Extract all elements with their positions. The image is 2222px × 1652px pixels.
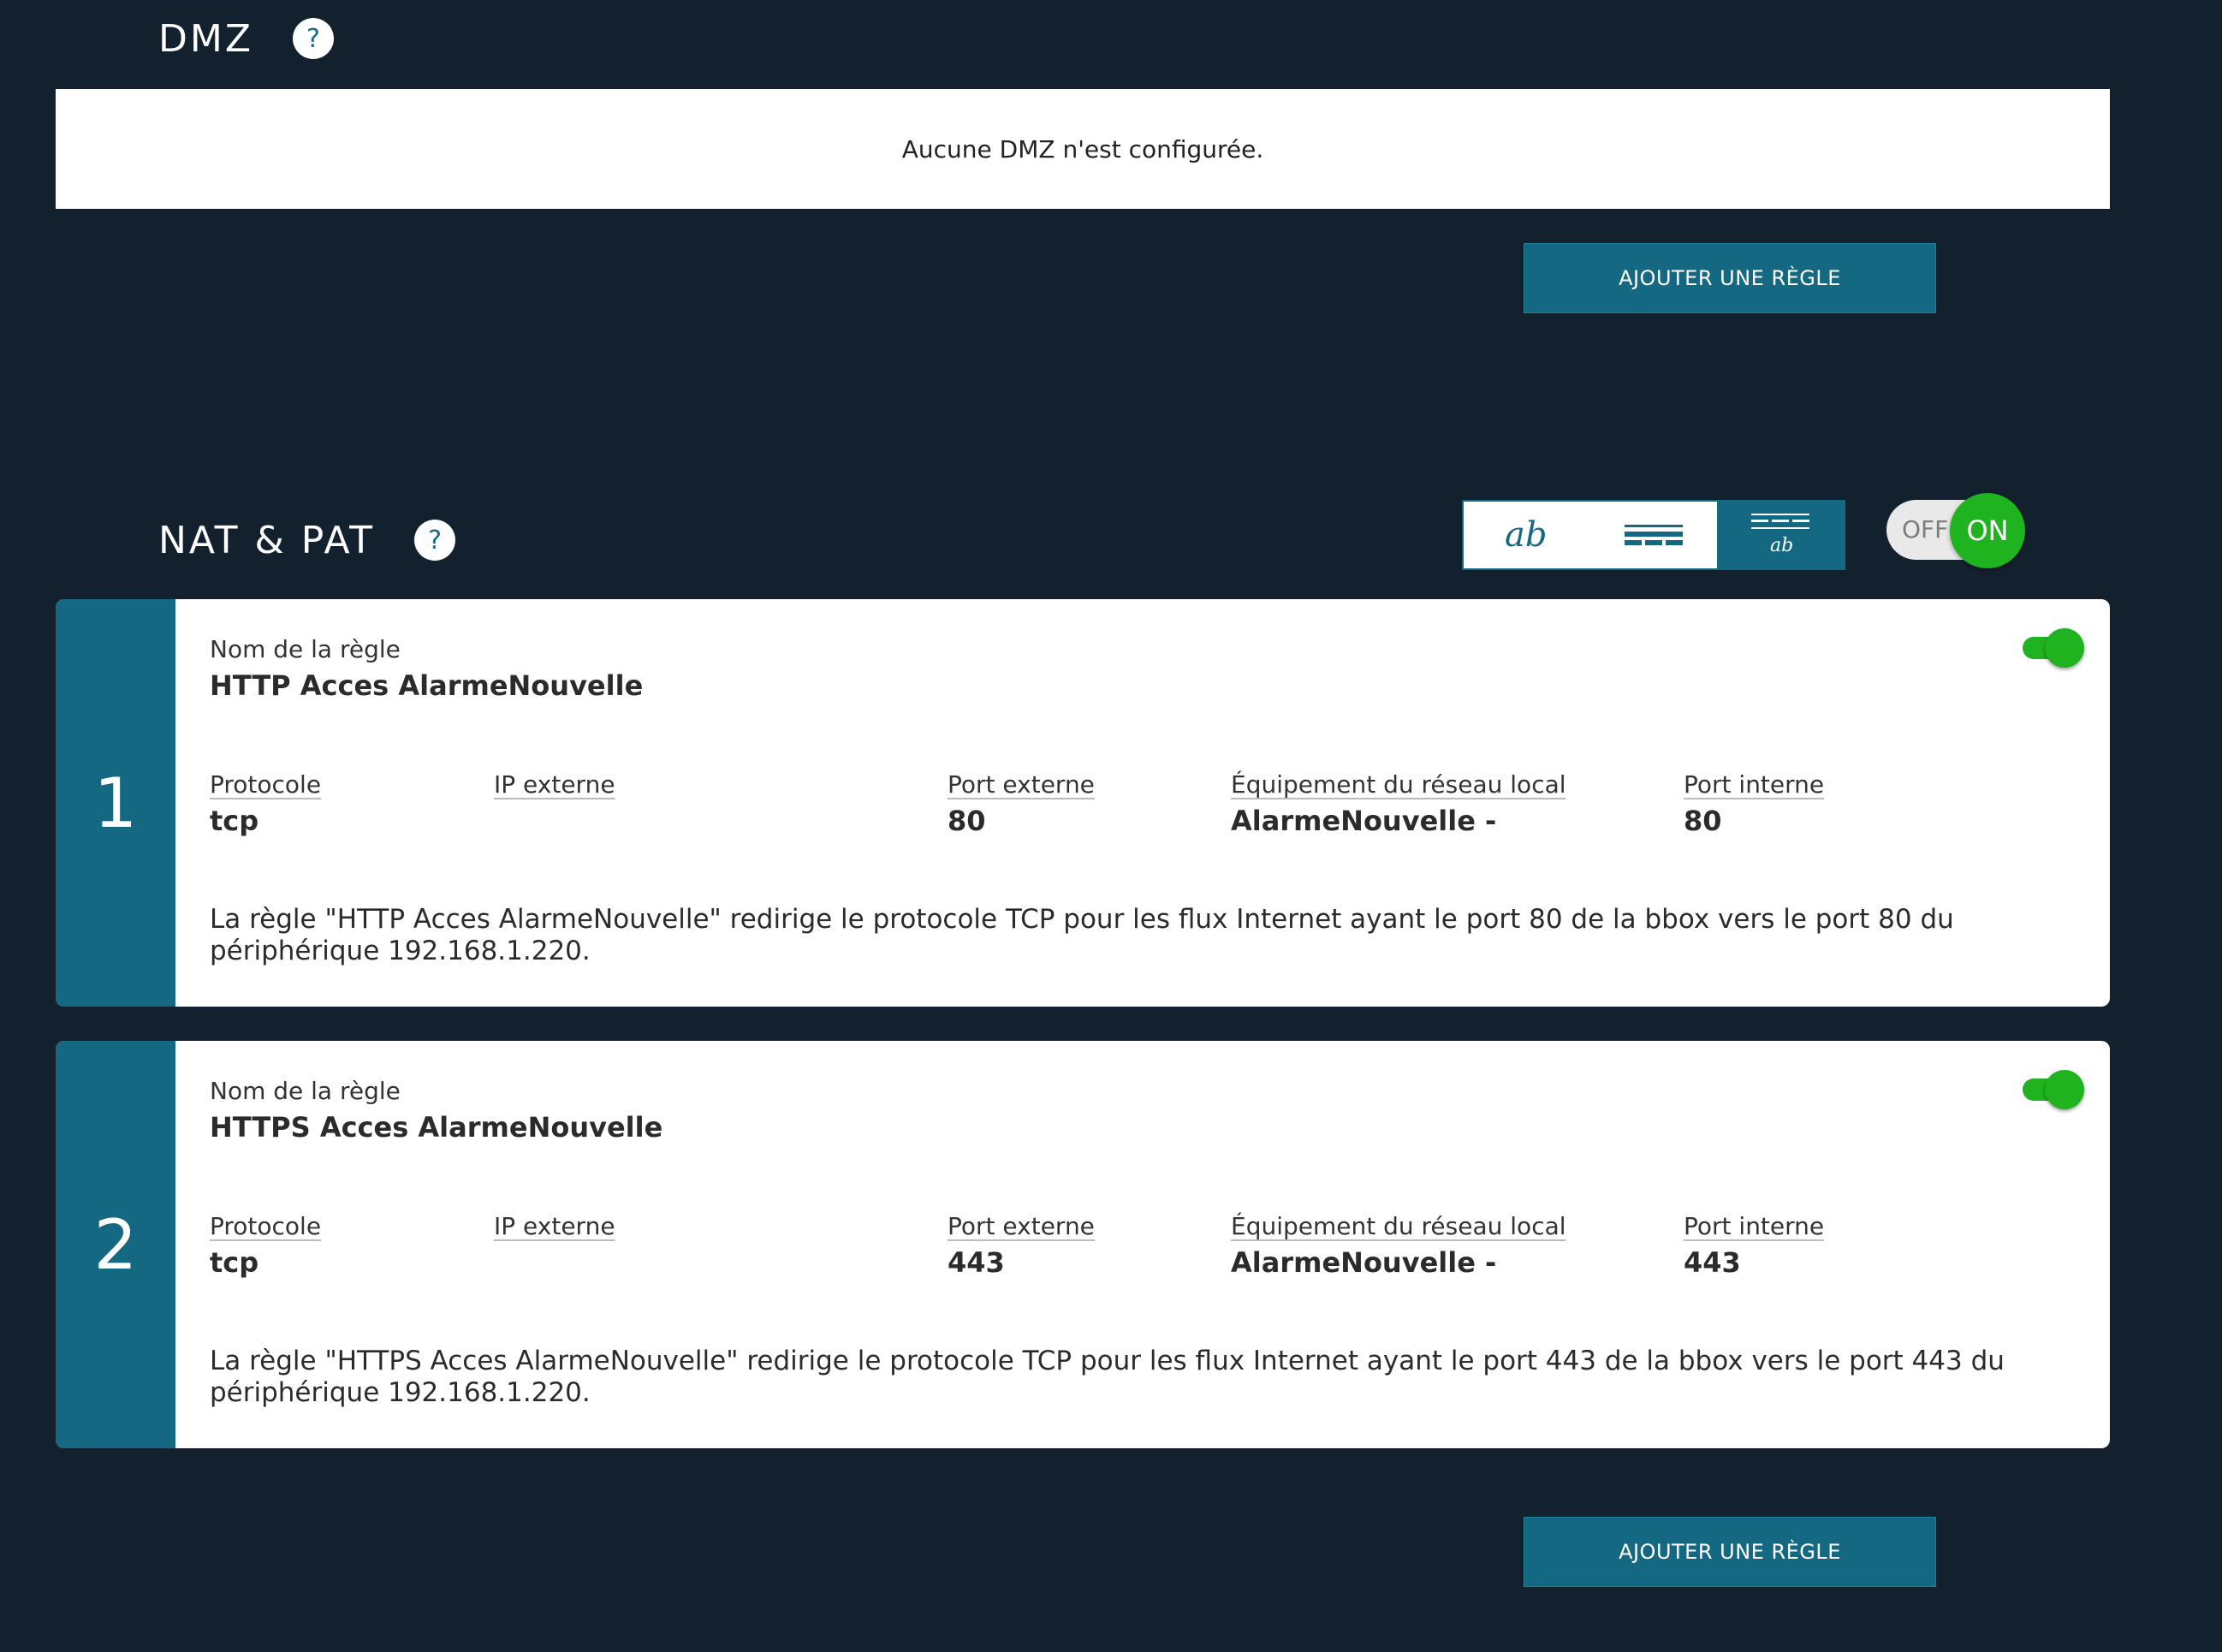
- table-view-icon[interactable]: [1590, 502, 1717, 568]
- svg-text:ab: ab: [1505, 515, 1547, 555]
- dmz-add-rule-button[interactable]: AJOUTER UNE RÈGLE: [1524, 243, 1936, 313]
- rule-description: La règle "HTTP Acces AlarmeNouvelle" red…: [210, 904, 1954, 966]
- external-port-label: Port externe: [948, 1212, 1095, 1240]
- rule-description: La règle "HTTPS Acces AlarmeNouvelle" re…: [210, 1346, 2005, 1408]
- external-port-value: 80: [948, 805, 986, 837]
- external-port-value: 443: [948, 1246, 1005, 1279]
- protocol-label: Protocole: [210, 1212, 322, 1240]
- nat-add-rule-button[interactable]: AJOUTER UNE RÈGLE: [1524, 1517, 1936, 1587]
- protocol-value: tcp: [210, 1246, 259, 1279]
- rule-number: 2: [56, 1041, 175, 1448]
- svg-text:ab: ab: [1770, 535, 1793, 556]
- rule-name-value: HTTP Acces AlarmeNouvelle: [210, 669, 644, 702]
- toggle-on-knob[interactable]: ON: [1950, 493, 2025, 568]
- nat-rule-card: 2 Nom de la règle HTTPS Acces AlarmeNouv…: [56, 1041, 2110, 1448]
- rule-number: 1: [56, 599, 175, 1007]
- internal-port-label: Port interne: [1684, 1212, 1825, 1240]
- view-mode-selector: ab ab: [1462, 500, 1845, 570]
- internal-port-value: 80: [1684, 805, 1722, 837]
- local-device-label: Équipement du réseau local: [1231, 1212, 1566, 1240]
- rule-name-label: Nom de la règle: [210, 635, 401, 663]
- toggle-off-label: OFF: [1902, 515, 1949, 544]
- external-ip-label: IP externe: [494, 770, 615, 799]
- nat-master-toggle[interactable]: OFF ON: [1886, 493, 2025, 568]
- dmz-title: DMZ: [158, 16, 253, 61]
- nat-section-title: NAT & PAT ?: [158, 510, 456, 570]
- local-device-value: AlarmeNouvelle -: [1231, 805, 1497, 837]
- dmz-section-title: DMZ ?: [158, 9, 334, 68]
- text-view-icon[interactable]: ab: [1464, 502, 1590, 568]
- dmz-empty-message: Aucune DMZ n'est configurée.: [901, 134, 1264, 163]
- local-device-label: Équipement du réseau local: [1231, 770, 1566, 799]
- nat-title: NAT & PAT: [158, 518, 376, 562]
- internal-port-value: 443: [1684, 1246, 1741, 1279]
- help-icon[interactable]: ?: [293, 18, 334, 59]
- external-port-label: Port externe: [948, 770, 1095, 799]
- mixed-view-icon[interactable]: ab: [1717, 502, 1844, 568]
- internal-port-label: Port interne: [1684, 770, 1825, 799]
- rule-name-label: Nom de la règle: [210, 1077, 401, 1105]
- rule-enable-toggle[interactable]: [2023, 628, 2084, 668]
- local-device-value: AlarmeNouvelle -: [1231, 1246, 1497, 1279]
- help-icon[interactable]: ?: [414, 520, 456, 561]
- protocol-label: Protocole: [210, 770, 322, 799]
- dmz-empty-panel: Aucune DMZ n'est configurée.: [56, 89, 2110, 209]
- nat-rule-card: 1 Nom de la règle HTTP Acces AlarmeNouve…: [56, 599, 2110, 1007]
- protocol-value: tcp: [210, 805, 259, 837]
- rule-name-value: HTTPS Acces AlarmeNouvelle: [210, 1111, 663, 1144]
- external-ip-label: IP externe: [494, 1212, 615, 1240]
- rule-enable-toggle[interactable]: [2023, 1070, 2084, 1109]
